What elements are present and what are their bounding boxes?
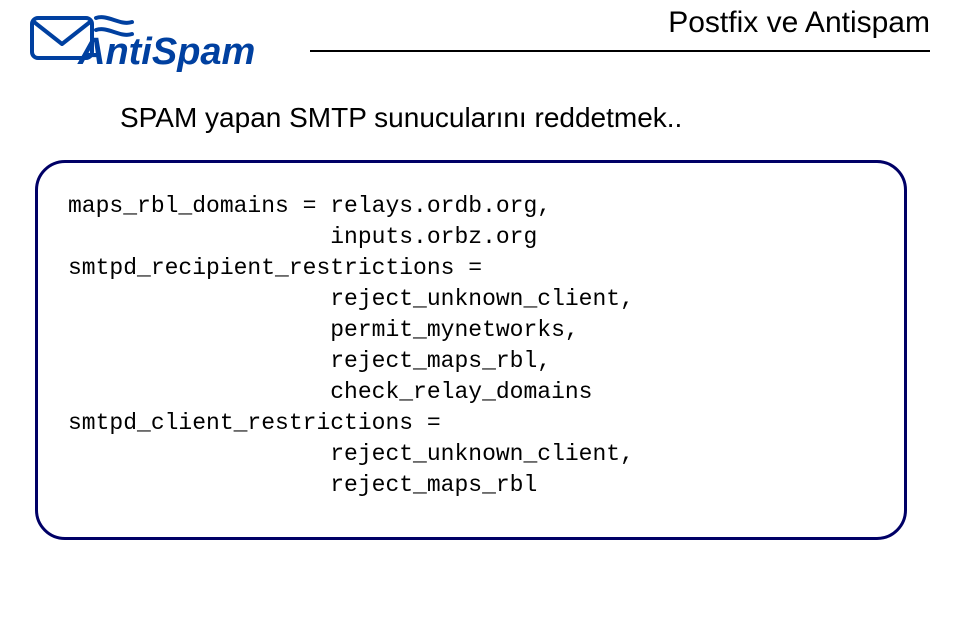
code-line: permit_mynetworks, [68,317,579,343]
page-title: Postfix ve Antispam [668,6,930,40]
header-rule [310,50,930,52]
code-line: smtpd_recipient_restrictions = [68,255,482,281]
code-block: maps_rbl_domains = relays.ordb.org, inpu… [35,160,907,540]
logo-text: AntiSpam [77,31,255,73]
code-line: check_relay_domains [68,379,593,405]
code-line: smtpd_client_restrictions = [68,410,441,436]
section-subtitle: SPAM yapan SMTP sunucularını reddetmek.. [120,102,682,134]
slide: AntiSpam Postfix ve Antispam SPAM yapan … [0,0,960,628]
antispam-logo: AntiSpam [30,4,310,74]
code-line: maps_rbl_domains = relays.ordb.org, [68,193,551,219]
code-line: reject_unknown_client, [68,286,634,312]
code-line: reject_maps_rbl, [68,348,551,374]
code-line: inputs.orbz.org [68,224,537,250]
code-line: reject_unknown_client, [68,441,634,467]
code-line: reject_maps_rbl [68,472,537,498]
